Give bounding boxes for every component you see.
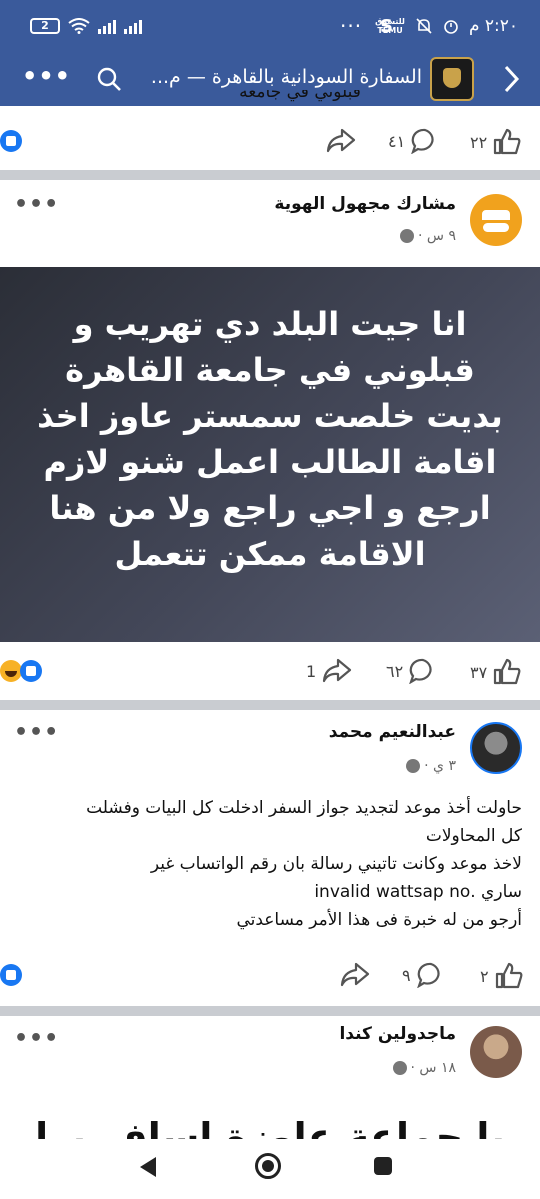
status-left-icons: 2 [30,18,142,34]
user-avatar[interactable] [470,1026,522,1078]
comment-button[interactable]: ٤١ [388,128,439,154]
post-2-meta: ٣ ي · [406,758,456,774]
like-count: ٣٧ [470,662,488,682]
comment-count: ٩ [402,965,411,985]
post-0-partial-text: فبلوني في جامعه [239,90,361,102]
banner-line: ارجع و اجي راجع ولا من هنا [49,489,491,527]
post-3-more-button[interactable]: ••• [14,1026,59,1051]
post-3-time: ١٨ س · [410,1060,457,1076]
share-button[interactable] [340,962,370,988]
nav-back-icon[interactable] [140,1157,156,1177]
user-avatar[interactable] [470,722,522,774]
clock: ٢:٢٠ م [468,16,518,36]
like-reaction-icon [0,964,22,986]
status-bar: 2 ··· S للتسوق TEMU ٢:٢٠ م [0,0,540,52]
post-1-actions: 1 ٦٢ ٣٧ [0,650,540,694]
temu-icon: للتسوق TEMU [375,17,405,35]
share-count: 1 [306,661,317,681]
share-icon [323,658,352,683]
post-1-banner: انا جيت البلد دي تهريب و قبلوني في جامعة… [0,267,540,642]
status-right: للتسوق TEMU ٢:٢٠ م [375,16,518,36]
post-3-author[interactable]: ماجدولين كندا [339,1024,456,1044]
nav-home-icon[interactable] [255,1153,281,1179]
globe-icon [392,1061,407,1075]
like-icon [495,962,523,989]
like-button[interactable]: ٢٢ [470,128,521,156]
anonymous-avatar[interactable] [470,194,522,246]
system-nav-bar [0,1139,540,1199]
share-button[interactable] [326,128,356,154]
like-icon [494,658,521,685]
signal-icon-2 [124,18,142,34]
post-2-author[interactable]: عبدالنعيم محمد [329,722,456,742]
header-more-button[interactable]: ••• [22,62,71,90]
post-3-header: ••• ماجدولين كندا ١٨ س · [0,1016,540,1096]
banner-line: قبلوني في جامعة القاهرة [65,351,475,389]
post-3-big-text: يا جماعة عاوزة اسافر برا مصر [35,1115,505,1141]
comment-button[interactable]: ٦٢ [386,658,437,684]
post-3-meta: ١٨ س · [392,1060,457,1076]
post-2-line: ساري .invalid wattsap no [314,882,522,902]
banner-line: بديت خلصت سمستر عاوز اخذ [37,397,503,435]
comment-icon [409,658,432,684]
post-separator [0,170,540,180]
post-2-actions: ٩ ٢ [0,954,540,998]
alarm-icon [444,20,458,34]
post-2-line: حاولت أخذ موعد لتجديد جواز السفر ادخلت ك… [86,798,522,818]
screen: 2 ··· S للتسوق TEMU ٢:٢٠ م ••• السفارة ال… [0,0,540,1199]
comment-count: ٤١ [388,131,406,151]
like-icon [494,128,521,155]
comment-button[interactable]: ٩ [402,962,445,988]
post-0-actions: ٤١ ٢٢ [0,120,540,164]
post-2-time: ٣ ي · [424,758,456,774]
banner-line: الاقامة ممكن تتعمل [114,535,426,573]
nav-recents-icon[interactable] [374,1157,392,1175]
post-1-time: ٩ س · [418,228,456,244]
post-2-line: لاخذ موعد وكانت تاتيني رسالة بان رقم الو… [150,854,522,874]
post-2-more-button[interactable]: ••• [14,720,59,745]
like-button[interactable]: ٢ [480,962,523,990]
banner-line: اقامة الطالب اعمل شنو لازم [43,443,497,481]
battery-icon: 2 [30,18,60,34]
haha-reaction-icon [0,660,22,682]
post-2-line: أرجو من له خبرة فى هذا الأمر مساعدتي [236,910,522,930]
globe-icon [400,229,415,243]
wifi-icon [68,18,90,34]
post-separator [0,1006,540,1016]
like-count: ٢ [480,966,489,986]
search-icon[interactable] [96,66,122,92]
post-2-text: حاولت أخذ موعد لتجديد جواز السفر ادخلت ك… [18,794,522,934]
page-title: السفارة السودانية بالقاهرة — م... [150,66,422,88]
share-button[interactable]: 1 [306,658,352,684]
post-separator [0,700,540,710]
like-reaction-icon [20,660,42,682]
share-icon [340,962,370,987]
signal-icon [98,18,116,34]
post-2-header: ••• عبدالنعيم محمد ٣ ي · [0,710,540,790]
like-button[interactable]: ٣٧ [470,658,521,686]
share-icon [326,128,356,153]
notification-dots: ··· [340,14,363,38]
post-1-author[interactable]: مشارك مجهول الهوية [274,194,456,214]
post-1-more-button[interactable]: ••• [14,192,59,217]
globe-icon [406,759,421,773]
like-reaction-icon [0,130,22,152]
like-count: ٢٢ [470,132,488,152]
comment-icon [416,962,440,988]
comment-icon [411,128,434,154]
post-2-line: كل المحاولات [425,826,522,846]
post-1-meta: ٩ س · [400,228,456,244]
banner-line: انا جيت البلد دي تهريب و [73,305,467,343]
post-1-header: ••• مشارك مجهول الهوية ٩ س · [0,180,540,267]
mute-icon [416,18,432,34]
comment-count: ٦٢ [386,661,404,681]
